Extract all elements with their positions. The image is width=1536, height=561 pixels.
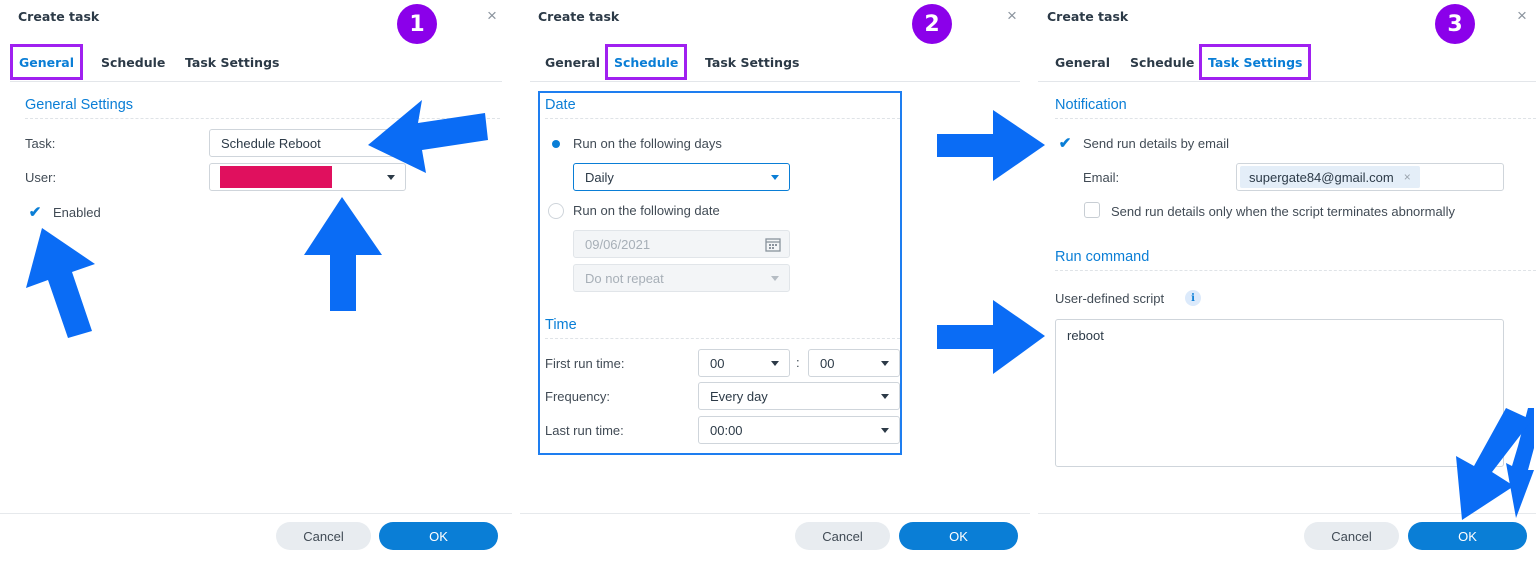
section-run-command: Run command (1055, 249, 1536, 271)
arrow-to-user-field (304, 197, 382, 311)
first-run-hour-value: 00 (710, 355, 725, 371)
chevron-down-icon (771, 361, 779, 366)
chevron-down-icon (881, 394, 889, 399)
date-value: 09/06/2021 (585, 236, 651, 252)
email-label: Email: (1083, 170, 1120, 185)
last-run-label: Last run time: (545, 423, 624, 438)
tab-bar: General Schedule Task Settings (1038, 44, 1536, 82)
tab-bar: General Schedule Task Settings (530, 44, 1020, 82)
script-label: User-defined script (1055, 291, 1165, 306)
ok-button[interactable]: OK (899, 522, 1018, 550)
arrow-to-enabled-checkbox (26, 228, 95, 338)
section-notification: Notification (1055, 97, 1536, 119)
tab-schedule[interactable]: Schedule (1124, 44, 1200, 80)
days-value: Daily (585, 169, 614, 185)
chevron-down-icon (771, 175, 779, 180)
arrow-to-script (937, 300, 1045, 374)
tab-task-settings[interactable]: Task Settings (1199, 44, 1312, 80)
step-badge-3: 3 (1435, 4, 1475, 44)
dialog-title: Create task (1047, 9, 1129, 24)
tab-schedule[interactable]: Schedule (605, 44, 688, 80)
close-icon[interactable]: × (1007, 6, 1017, 26)
first-run-label: First run time: (545, 356, 625, 371)
close-icon[interactable]: × (1517, 6, 1527, 26)
radio-date-label: Run on the following date (573, 203, 720, 218)
chevron-down-icon (881, 428, 889, 433)
task-label: Task: (25, 136, 56, 151)
radio-run-following-date[interactable] (548, 203, 564, 219)
frequency-select[interactable]: Every day (698, 382, 900, 410)
send-email-checkbox[interactable]: ✔ (1057, 135, 1073, 152)
radio-run-following-days[interactable] (548, 136, 564, 152)
chevron-down-icon (771, 276, 779, 281)
radio-days-label: Run on the following days (573, 136, 722, 151)
info-icon[interactable]: i (1185, 290, 1201, 306)
last-run-value: 00:00 (710, 422, 743, 438)
time-separator: : (796, 355, 800, 370)
repeat-value: Do not repeat (585, 270, 664, 286)
tab-task-settings[interactable]: Task Settings (179, 44, 285, 80)
chevron-down-icon (881, 361, 889, 366)
send-email-label: Send run details by email (1083, 136, 1229, 151)
email-tag: supergate84@gmail.com × (1240, 166, 1420, 188)
enabled-checkbox[interactable]: ✔ (27, 204, 43, 221)
user-value-redacted (220, 166, 332, 188)
ok-button[interactable]: OK (1408, 522, 1527, 550)
last-run-select[interactable]: 00:00 (698, 416, 900, 444)
close-icon[interactable]: × (487, 6, 497, 26)
section-time: Time (545, 317, 900, 339)
create-task-dialog-schedule: Create task 2 × General Schedule Task Se… (520, 0, 1030, 561)
abnormal-only-label: Send run details only when the script te… (1111, 204, 1455, 219)
tab-general[interactable]: General (539, 44, 606, 80)
cancel-button[interactable]: Cancel (276, 522, 371, 550)
first-run-minute-select[interactable]: 00 (808, 349, 900, 377)
days-select[interactable]: Daily (573, 163, 790, 191)
date-input[interactable]: 09/06/2021 (573, 230, 790, 258)
tab-general[interactable]: General (10, 44, 83, 80)
enabled-label: Enabled (53, 205, 101, 220)
tab-bar: General Schedule Task Settings (10, 44, 502, 82)
arrow-to-task-field (368, 100, 488, 173)
step-badge-2: 2 (912, 4, 952, 44)
email-tag-value: supergate84@gmail.com (1249, 169, 1394, 185)
frequency-label: Frequency: (545, 389, 611, 404)
repeat-select[interactable]: Do not repeat (573, 264, 790, 292)
step-badge-1: 1 (397, 4, 437, 44)
cancel-button[interactable]: Cancel (795, 522, 890, 550)
arrow-to-ok-button-large (1456, 408, 1532, 520)
cancel-button[interactable]: Cancel (1304, 522, 1399, 550)
arrow-to-send-email (937, 110, 1045, 181)
tab-task-settings[interactable]: Task Settings (699, 44, 805, 80)
user-label: User: (25, 170, 57, 185)
ok-button[interactable]: OK (379, 522, 498, 550)
script-textarea[interactable] (1055, 319, 1504, 467)
tab-general[interactable]: General (1049, 44, 1116, 80)
email-input[interactable]: supergate84@gmail.com × (1236, 163, 1504, 191)
dialog-title: Create task (18, 9, 100, 24)
first-run-minute-value: 00 (820, 355, 835, 371)
abnormal-only-checkbox[interactable] (1084, 202, 1100, 218)
first-run-hour-select[interactable]: 00 (698, 349, 790, 377)
chevron-down-icon (387, 175, 395, 180)
calendar-icon (765, 238, 781, 252)
remove-tag-icon[interactable]: × (1404, 170, 1411, 184)
create-task-dialog-general: Create task 1 × General Schedule Task Se… (0, 0, 512, 561)
section-date: Date (545, 97, 900, 119)
tab-schedule[interactable]: Schedule (95, 44, 171, 80)
frequency-value: Every day (710, 388, 768, 404)
dialog-title: Create task (538, 9, 620, 24)
